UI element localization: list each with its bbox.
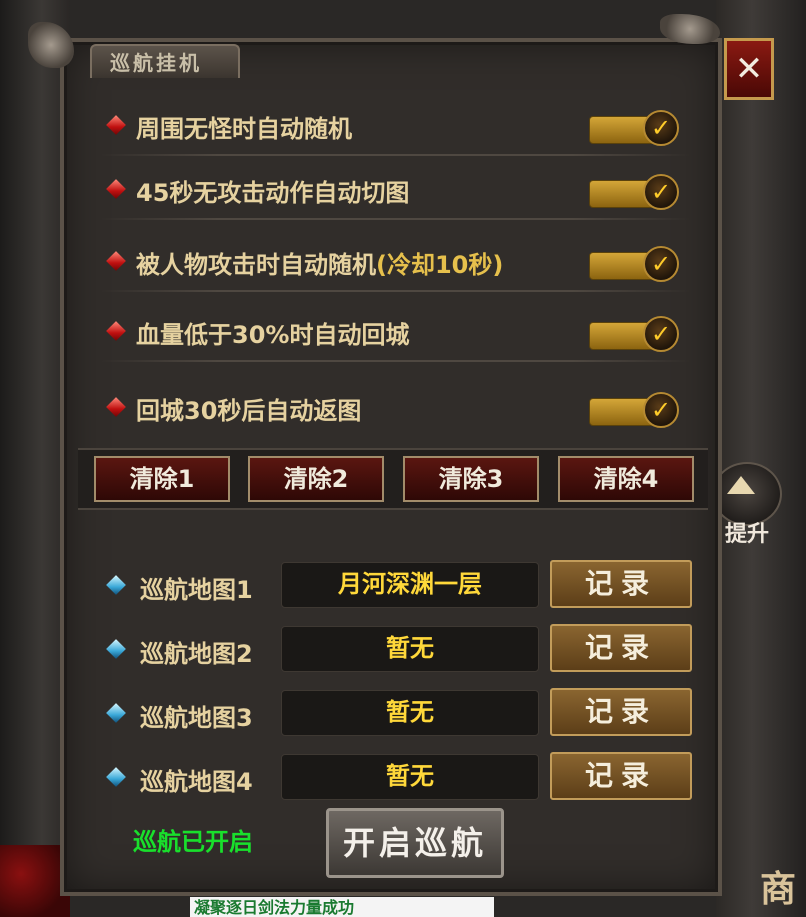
checkmark-icon: ✓ bbox=[643, 392, 679, 428]
option-text: 回城30秒后自动返图 bbox=[136, 391, 361, 426]
row-divider bbox=[100, 360, 690, 362]
option-label: 45秒无攻击动作自动切图 bbox=[136, 179, 410, 207]
clear-button-1[interactable]: 清除1 bbox=[94, 456, 230, 502]
blue-diamond-icon bbox=[106, 575, 126, 595]
checkmark-icon: ✓ bbox=[643, 110, 679, 146]
clear-button-4[interactable]: 清除4 bbox=[558, 456, 694, 502]
map-row-2: 巡航地图2 暂无 记录 bbox=[100, 624, 700, 678]
row-divider bbox=[100, 218, 690, 220]
option-label: 回城30秒后自动返图 bbox=[136, 397, 362, 425]
option-text: 血量低于30%时自动回城 bbox=[136, 315, 409, 350]
row-divider bbox=[100, 154, 690, 156]
option-row: 45秒无攻击动作自动切图 ✓ bbox=[100, 160, 690, 220]
option-toggle[interactable]: ✓ bbox=[589, 110, 679, 146]
map-value: 暂无 bbox=[281, 754, 539, 800]
map-label: 巡航地图2 bbox=[140, 640, 253, 668]
map-label: 巡航地图3 bbox=[140, 704, 253, 732]
red-diamond-icon bbox=[106, 179, 126, 199]
map-label: 巡航地图1 bbox=[140, 576, 253, 604]
option-text: 周围无怪时自动随机 bbox=[136, 109, 352, 144]
row-divider bbox=[100, 290, 690, 292]
option-highlight: (冷却10秒) bbox=[376, 251, 504, 279]
record-button[interactable]: 记录 bbox=[550, 752, 692, 800]
option-text: 45秒无攻击动作自动切图 bbox=[136, 173, 409, 208]
map-row-3: 巡航地图3 暂无 记录 bbox=[100, 688, 700, 742]
panel-title: 巡航挂机 bbox=[90, 44, 240, 78]
option-row: 回城30秒后自动返图 ✓ bbox=[100, 378, 690, 438]
clear-button-3[interactable]: 清除3 bbox=[403, 456, 539, 502]
checkmark-icon: ✓ bbox=[643, 174, 679, 210]
map-value: 暂无 bbox=[281, 626, 539, 672]
red-diamond-icon bbox=[106, 115, 126, 135]
upgrade-button-label: 提升 bbox=[725, 522, 770, 547]
option-toggle[interactable]: ✓ bbox=[589, 392, 679, 428]
option-row: 血量低于30%时自动回城 ✓ bbox=[100, 302, 690, 362]
option-label: 被人物攻击时自动随机 bbox=[136, 251, 376, 279]
record-button[interactable]: 记录 bbox=[550, 560, 692, 608]
map-row-4: 巡航地图4 暂无 记录 bbox=[100, 752, 700, 806]
record-button[interactable]: 记录 bbox=[550, 688, 692, 736]
toast-message: 凝聚逐日剑法力量成功 bbox=[190, 897, 494, 917]
option-label: 周围无怪时自动随机 bbox=[136, 115, 352, 143]
blue-diamond-icon bbox=[106, 767, 126, 787]
checkmark-icon: ✓ bbox=[643, 316, 679, 352]
option-row: 周围无怪时自动随机 ✓ bbox=[100, 96, 690, 156]
map-value: 月河深渊一层 bbox=[281, 562, 539, 608]
close-button[interactable]: ✕ bbox=[724, 38, 774, 100]
map-value: 暂无 bbox=[281, 690, 539, 736]
up-arrow-icon bbox=[727, 476, 755, 494]
red-diamond-icon bbox=[106, 251, 126, 271]
clear-button-2[interactable]: 清除2 bbox=[248, 456, 384, 502]
option-toggle[interactable]: ✓ bbox=[589, 316, 679, 352]
option-text: 被人物攻击时自动随机(冷却10秒) bbox=[136, 245, 503, 280]
option-row: 被人物攻击时自动随机(冷却10秒) ✓ bbox=[100, 232, 690, 292]
option-label: 血量低于30%时自动回城 bbox=[136, 321, 410, 349]
option-toggle[interactable]: ✓ bbox=[589, 174, 679, 210]
option-toggle[interactable]: ✓ bbox=[589, 246, 679, 282]
cruise-status: 巡航已开启 bbox=[133, 828, 253, 856]
start-cruise-button[interactable]: 开启巡航 bbox=[326, 808, 504, 878]
map-row-1: 巡航地图1 月河深渊一层 记录 bbox=[100, 560, 700, 614]
red-diamond-icon bbox=[106, 397, 126, 417]
checkmark-icon: ✓ bbox=[643, 246, 679, 282]
map-label: 巡航地图4 bbox=[140, 768, 253, 796]
red-diamond-icon bbox=[106, 321, 126, 341]
background-right bbox=[716, 0, 806, 917]
blue-diamond-icon bbox=[106, 703, 126, 723]
shop-glyph[interactable]: 商 bbox=[760, 860, 796, 912]
record-button[interactable]: 记录 bbox=[550, 624, 692, 672]
blue-diamond-icon bbox=[106, 639, 126, 659]
